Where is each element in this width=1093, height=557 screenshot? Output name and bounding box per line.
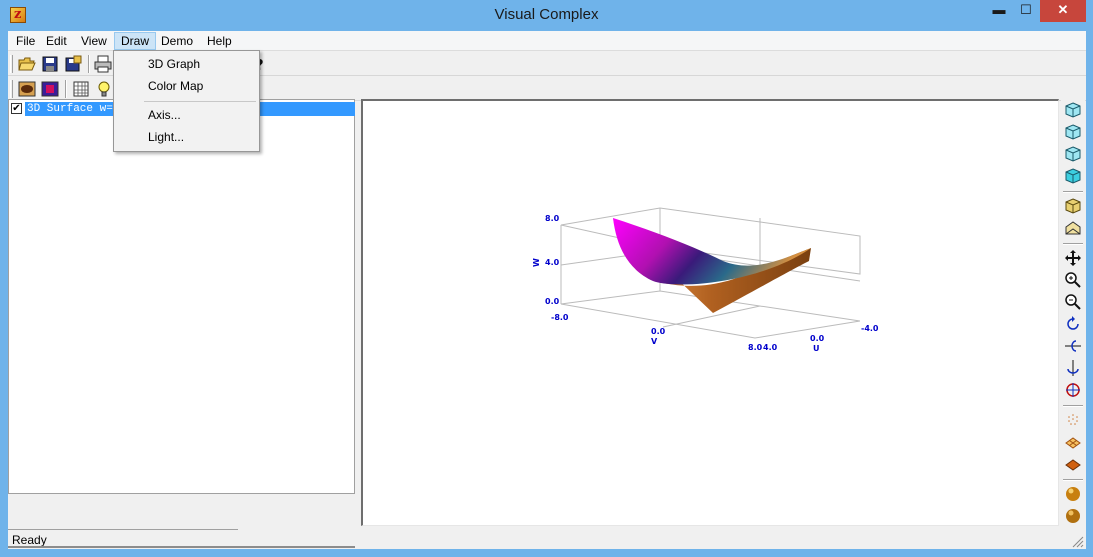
status-bar: Ready (8, 529, 238, 547)
surface-icon[interactable] (18, 80, 36, 98)
object-tree[interactable]: ✔ 3D Surface w=u^2+v^2 ... (8, 99, 355, 494)
save-as-icon[interactable] (64, 55, 82, 73)
light-icon[interactable] (95, 80, 113, 98)
menu-help[interactable]: Help (201, 32, 238, 50)
title-bar: z Visual Complex ▬ ☐ ✕ (0, 0, 1093, 31)
cube-view-4-icon[interactable] (1064, 167, 1082, 185)
toolbar-separator (1063, 243, 1083, 245)
cube-view-1-icon[interactable] (1064, 101, 1082, 119)
grid-icon[interactable] (72, 80, 90, 98)
toolbar-separator (1063, 405, 1083, 407)
toolbar-separator (65, 80, 67, 98)
w-tick-8: 8.0 (545, 214, 560, 223)
menu-item-color-map[interactable]: Color Map (116, 75, 257, 97)
u-tick-neg4: -4.0 (861, 324, 879, 333)
rotate-z-icon[interactable] (1064, 315, 1082, 333)
toolbar-grip[interactable] (10, 55, 13, 73)
u-tick-4: 4.0 (763, 343, 778, 352)
menu-file[interactable]: File (10, 32, 41, 50)
menu-item-3d-graph[interactable]: 3D Graph (116, 53, 257, 75)
sphere-2-icon[interactable] (1064, 507, 1082, 525)
save-icon[interactable] (41, 55, 59, 73)
zoom-in-icon[interactable] (1064, 271, 1082, 289)
zoom-out-icon[interactable] (1064, 293, 1082, 311)
v-tick-neg8: -8.0 (551, 313, 569, 322)
menu-view[interactable]: View (75, 32, 113, 50)
u-axis-label: U (813, 344, 820, 353)
rotate-y-icon[interactable] (1064, 359, 1082, 377)
cube-open-icon[interactable] (1064, 219, 1082, 237)
w-tick-4: 4.0 (545, 258, 560, 267)
toolbar-grip[interactable] (10, 80, 13, 98)
minimize-button[interactable]: ▬ (987, 0, 1011, 22)
graph-view[interactable]: 8.0 4.0 0.0 W -8.0 0.0 V 8.0 4.0 0.0 U -… (361, 99, 1059, 526)
print-icon[interactable] (94, 55, 112, 73)
v-axis-label: V (651, 337, 658, 346)
menu-bar: File Edit View Draw Demo Help (8, 31, 1086, 51)
rotate-x-icon[interactable] (1064, 337, 1082, 355)
graph-canvas[interactable]: 8.0 4.0 0.0 W -8.0 0.0 V 8.0 4.0 0.0 U -… (363, 101, 1057, 524)
menu-demo[interactable]: Demo (155, 32, 199, 50)
toolbar-separator (1063, 479, 1083, 481)
rotate-free-icon[interactable] (1064, 381, 1082, 399)
menu-item-axis[interactable]: Axis... (116, 104, 257, 126)
window-title: Visual Complex (494, 6, 599, 23)
move-icon[interactable] (1064, 249, 1082, 267)
mesh-icon[interactable] (1064, 433, 1082, 451)
menu-item-light[interactable]: Light... (116, 126, 257, 148)
resize-grip[interactable] (1070, 534, 1084, 548)
cube-view-3-icon[interactable] (1064, 145, 1082, 163)
shaded-icon[interactable] (1064, 455, 1082, 473)
menu-edit[interactable]: Edit (40, 32, 73, 50)
sphere-1-icon[interactable] (1064, 485, 1082, 503)
app-window: z Visual Complex ▬ ☐ ✕ File Edit View Dr… (0, 0, 1093, 557)
toolbar-separator (1063, 191, 1083, 193)
u-tick-0: 0.0 (810, 334, 825, 343)
maximize-button[interactable]: ☐ (1013, 0, 1039, 22)
colormap-icon[interactable] (41, 80, 59, 98)
v-tick-0: 0.0 (651, 327, 666, 336)
cube-view-2-icon[interactable] (1064, 123, 1082, 141)
menu-draw[interactable]: Draw (114, 32, 157, 50)
menu-separator (144, 101, 256, 102)
draw-menu-dropdown: 3D Graph Color Map Axis... Light... (113, 50, 260, 152)
status-divider (8, 546, 355, 548)
tree-item-checkbox[interactable]: ✔ (11, 103, 22, 114)
w-axis-label: W (532, 258, 541, 267)
view-toolbar (1061, 99, 1085, 529)
cube-solid-icon[interactable] (1064, 197, 1082, 215)
dots-icon[interactable] (1064, 411, 1082, 429)
status-text: Ready (12, 533, 47, 547)
w-tick-0: 0.0 (545, 297, 560, 306)
close-button[interactable]: ✕ (1040, 0, 1086, 22)
open-icon[interactable] (18, 55, 36, 73)
v-tick-8: 8.0 (748, 343, 763, 352)
toolbar-separator (88, 55, 90, 73)
